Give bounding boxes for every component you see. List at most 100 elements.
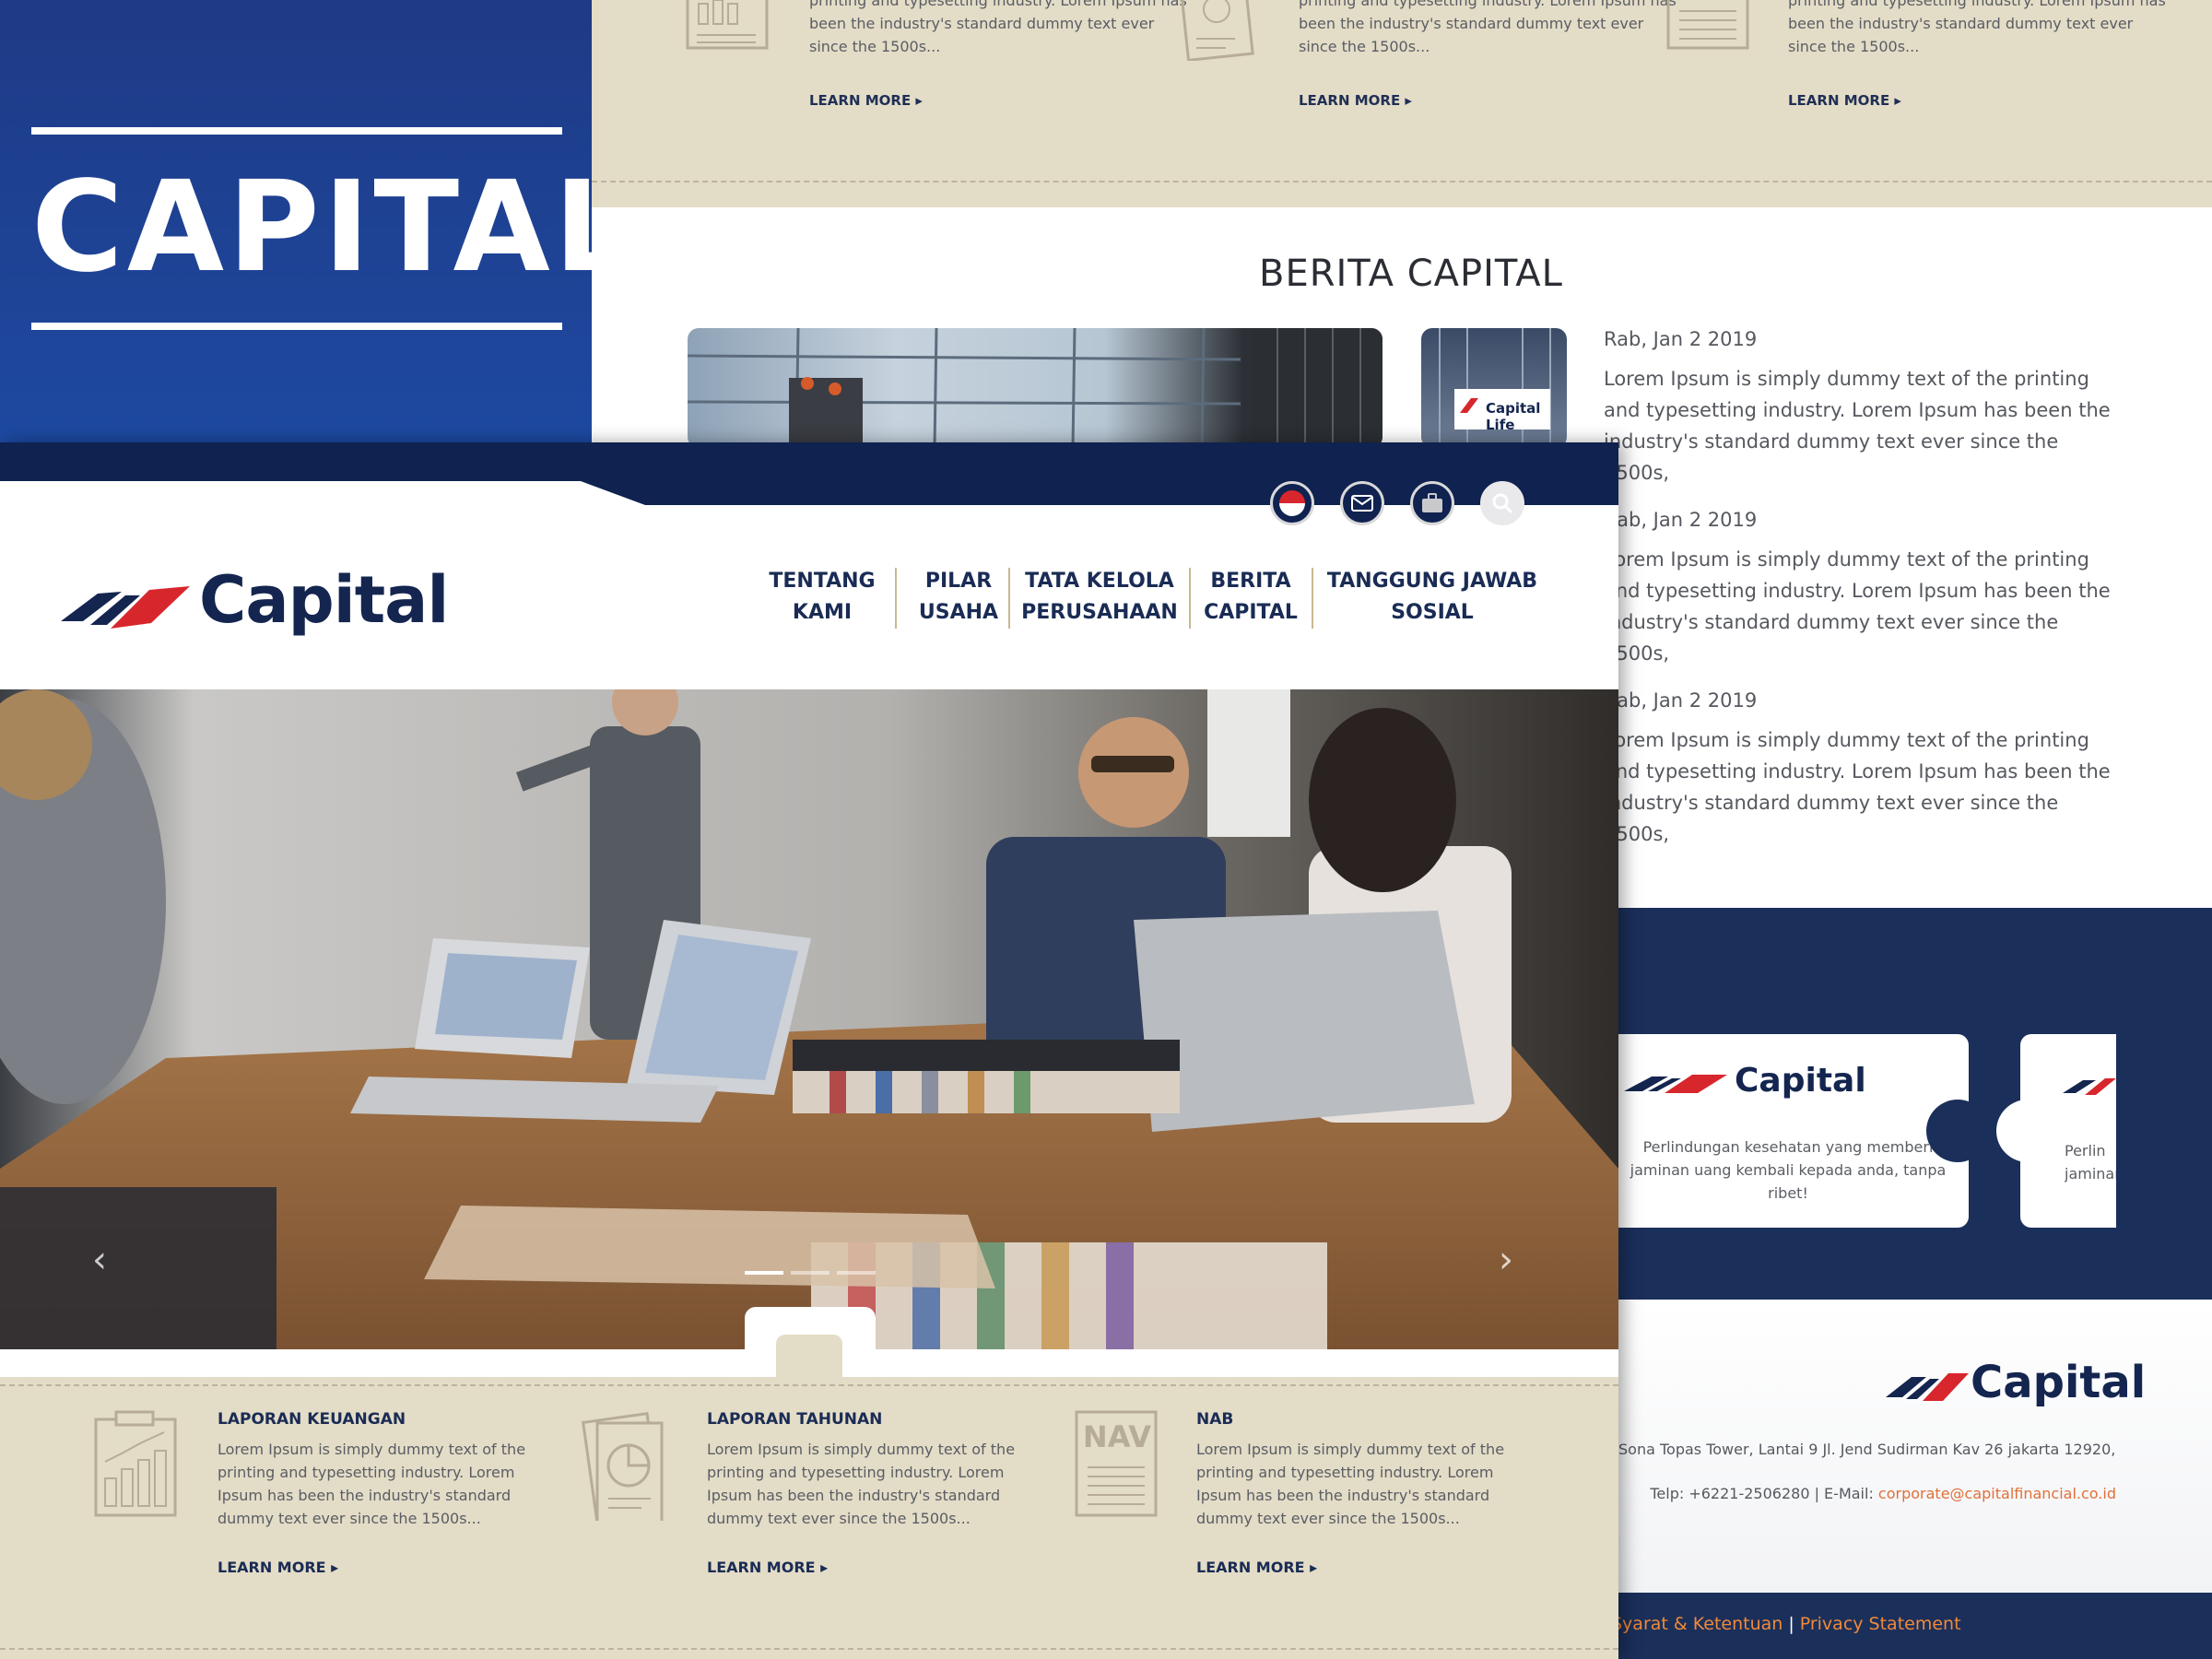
nav-berita-capital[interactable]: BERITA CAPITAL xyxy=(1200,566,1301,629)
footer-address: Sona Topas Tower, Lantai 9 Jl. Jend Sudi… xyxy=(1618,1441,2116,1458)
card-body: Lorem Ipsum is simply dummy text of the … xyxy=(707,1441,1016,1527)
news-excerpt: Lorem Ipsum is simply dummy text of the … xyxy=(1604,368,2111,484)
capital-life-sign: Capital Life xyxy=(1486,400,1541,433)
card-body: Lorem Ipsum is simply dummy text of the … xyxy=(1196,1441,1505,1527)
footer-logo-mark xyxy=(1886,1373,1969,1401)
bg-report-icon xyxy=(686,0,769,50)
footer-links: Syarat & Ketentuan | Privacy Statement xyxy=(1611,1614,1961,1634)
hero-prev-arrow[interactable]: ‹ xyxy=(92,1239,107,1281)
nav-label-line2: KAMI xyxy=(792,601,853,624)
slide-dot-3[interactable] xyxy=(837,1271,876,1275)
product-card-logo: Capital xyxy=(1735,1062,1866,1100)
footer-contact: Telp: +6221-2506280 | E-Mail: corporate@… xyxy=(1618,1485,2116,1502)
product-card[interactable]: Capital Perlindungan kesehatan yang memb… xyxy=(1604,1034,1969,1228)
learn-more-link[interactable]: LEARN MORE ▸ xyxy=(218,1559,338,1576)
footer-logo-text: Capital xyxy=(1971,1357,2147,1408)
bg-card-1: printing and typesetting industry. Lorem… xyxy=(809,0,1196,109)
language-button[interactable] xyxy=(1270,481,1314,525)
bg-card-3: printing and typesetting industry. Lorem… xyxy=(1788,0,2175,109)
nav-label-line1: TANGGUNG JAWAB xyxy=(1326,570,1538,593)
slide-dot-2[interactable] xyxy=(791,1271,830,1275)
footer-phone: Telp: +6221-2506280 | E-Mail: xyxy=(1650,1485,1878,1502)
indonesia-flag-icon xyxy=(1279,490,1305,516)
nav-separator xyxy=(1008,568,1010,629)
nav-label-line1: BERITA xyxy=(1210,570,1291,593)
hero-next-arrow[interactable]: › xyxy=(1499,1239,1513,1281)
bg-learn-more-link[interactable]: LEARN MORE ▸ xyxy=(1299,92,1412,109)
bg-card-text: printing and typesetting industry. Lorem… xyxy=(1299,0,1677,55)
terms-link[interactable]: Syarat & Ketentuan xyxy=(1611,1614,1783,1634)
capital-logo-mark xyxy=(2063,1078,2116,1095)
bg-dashed-divider xyxy=(592,181,2212,182)
hero-slider[interactable]: ‹ › xyxy=(0,689,1618,1349)
news-item[interactable]: Rab, Jan 2 2019 Lorem Ipsum is simply du… xyxy=(1604,509,2120,669)
nav-separator xyxy=(1312,568,1313,629)
product-card-text: Perlindungan kesehatan yang memberi jami… xyxy=(1630,1138,1947,1202)
news-date: Rab, Jan 2 2019 xyxy=(1604,509,1758,531)
nav-label-line2: CAPITAL xyxy=(1204,601,1298,624)
nav-tata-kelola[interactable]: TATA KELOLA PERUSAHAAN xyxy=(1021,566,1178,629)
reports-dashed-bottom xyxy=(0,1648,1618,1650)
capital-logo-mark xyxy=(1624,1075,1727,1093)
footer-link-separator: | xyxy=(1788,1614,1794,1634)
news-item[interactable]: Rab, Jan 2 2019 Lorem Ipsum is simply du… xyxy=(1604,328,2120,488)
search-icon xyxy=(1492,493,1513,514)
news-item[interactable]: Rab, Jan 2 2019 Lorem Ipsum is simply du… xyxy=(1604,689,2120,850)
capital-logo-mark xyxy=(61,586,190,629)
bg-card-text: printing and typesetting industry. Lorem… xyxy=(809,0,1187,55)
bg-card-text: printing and typesetting industry. Lorem… xyxy=(1788,0,2166,55)
nav-label-line1: PILAR xyxy=(924,570,993,593)
learn-more-link[interactable]: LEARN MORE ▸ xyxy=(1196,1559,1317,1576)
site-logo[interactable]: Capital xyxy=(61,557,449,640)
nav-label-line1: TATA KELOLA xyxy=(1025,570,1174,593)
slide-dot-1[interactable] xyxy=(745,1271,783,1275)
mail-icon xyxy=(1351,495,1373,512)
puzzle-notch xyxy=(1926,1100,1989,1162)
bg-document-icon xyxy=(1666,0,1749,50)
bg-card-2: printing and typesetting industry. Lorem… xyxy=(1299,0,1686,109)
logo-text: Capital xyxy=(199,562,449,638)
career-button[interactable] xyxy=(1410,481,1454,525)
nav-label-line2: SOSIAL xyxy=(1391,601,1474,624)
nav-icon-label: NAV xyxy=(1082,1419,1152,1454)
news-date: Rab, Jan 2 2019 xyxy=(1604,328,1758,350)
nav-pilar-usaha[interactable]: PILAR USAHA xyxy=(911,566,1006,629)
nav-tanggung-jawab-sosial[interactable]: TANGGUNG JAWAB SOSIAL xyxy=(1322,566,1543,629)
card-title: LAPORAN TAHUNAN xyxy=(707,1410,883,1429)
pie-chart-report-icon xyxy=(581,1411,664,1521)
brand-rule-bottom xyxy=(31,323,562,330)
bg-learn-more-link[interactable]: LEARN MORE ▸ xyxy=(809,92,923,109)
brand-rule-top xyxy=(31,127,562,135)
card-title: LAPORAN KEUANGAN xyxy=(218,1410,406,1429)
news-excerpt: Lorem Ipsum is simply dummy text of the … xyxy=(1604,729,2111,845)
briefcase-icon xyxy=(1422,493,1442,512)
search-button[interactable] xyxy=(1480,481,1524,525)
reports-dashed-top xyxy=(0,1384,1618,1386)
learn-more-link[interactable]: LEARN MORE ▸ xyxy=(707,1559,828,1576)
nav-label-line2: USAHA xyxy=(918,601,999,624)
bar-chart-report-icon xyxy=(94,1410,177,1517)
nav-separator xyxy=(1189,568,1191,629)
nav-tentang-kami[interactable]: TENTANG KAMI xyxy=(765,566,879,629)
news-date: Rab, Jan 2 2019 xyxy=(1604,689,1758,712)
news-section-title: BERITA CAPITAL xyxy=(1259,253,1563,295)
news-excerpt: Lorem Ipsum is simply dummy text of the … xyxy=(1604,548,2111,665)
privacy-link[interactable]: Privacy Statement xyxy=(1800,1614,1961,1634)
news-image-building[interactable] xyxy=(688,328,1382,448)
brand-panel: CAPITAL xyxy=(0,0,638,442)
nav-separator xyxy=(895,568,897,629)
bg-pie-report-icon xyxy=(1180,0,1254,61)
mail-button[interactable] xyxy=(1340,481,1384,525)
brand-word: CAPITAL xyxy=(31,155,638,300)
puzzle-knob xyxy=(1996,1100,2059,1162)
nav-label-line1: TENTANG xyxy=(769,570,876,593)
hero-photo-meeting xyxy=(0,689,1618,1349)
bg-learn-more-link[interactable]: LEARN MORE ▸ xyxy=(1788,92,1901,109)
footer-email-link[interactable]: corporate@capitalfinancial.co.id xyxy=(1878,1485,2116,1502)
card-body: Lorem Ipsum is simply dummy text of the … xyxy=(218,1441,526,1527)
reports-tab-notch xyxy=(776,1335,842,1379)
card-title: NAB xyxy=(1196,1410,1234,1429)
nav-label-line2: PERUSAHAAN xyxy=(1021,601,1178,624)
news-image-capital-life[interactable]: Capital Life xyxy=(1421,328,1567,448)
product-card-partial-text: Perlin jaminan xyxy=(2065,1142,2116,1182)
